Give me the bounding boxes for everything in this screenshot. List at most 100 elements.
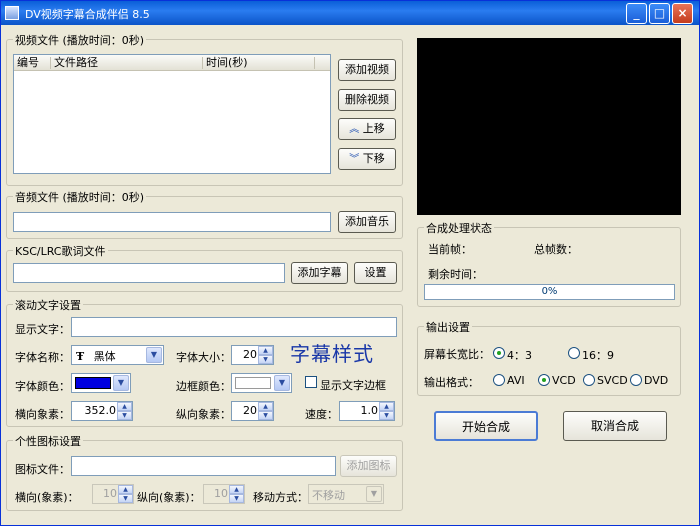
font-name-value: 黑体 [93,350,116,363]
aspect-4-3-radio[interactable] [493,347,505,359]
scroll-text-group: 滚动文字设置 显示文字： 字体名称： Ŧ 黑体 ▼ 字体大小： 20 ▲ ▼ 字… [6,297,403,427]
move-up-label: 上移 [362,122,385,135]
logo-file-field[interactable] [71,456,336,476]
border-color-label: 边框颜色： [176,380,231,393]
column-duration[interactable]: 时间(秒) [206,55,248,70]
add-music-button[interactable]: 添加音乐 [338,211,396,233]
logo-h-label: 横向(象素)： [15,491,79,504]
h-pixels-value: 352.0 [84,404,117,417]
font-name-label: 字体名称： [15,351,70,364]
speed-spinner[interactable]: 1.0 ▲ ▼ [339,401,395,421]
logo-h-spinner[interactable]: 10 ▲ ▼ [92,484,134,504]
font-color-picker[interactable]: ▼ [71,373,131,393]
spin-down-icon[interactable]: ▼ [258,411,273,420]
v-pixels-label: 纵向象素： [176,408,231,421]
format-svcd-radio[interactable] [583,374,595,386]
current-frame-label: 当前帧： [428,243,472,256]
title-bar[interactable]: DV视频字幕合成伴侣 8.5 _ □ × [1,1,699,25]
chevron-down-icon: ︾ [349,154,360,165]
video-group-title: 视频文件 (播放时间：0秒) [13,32,147,48]
column-file-path[interactable]: 文件路径 [54,55,98,70]
format-avi-label[interactable]: AVI [507,374,525,387]
app-icon [5,6,19,20]
main-window: DV视频字幕合成伴侣 8.5 _ □ × 视频文件 (播放时间：0秒) 编号 文… [0,0,700,526]
column-index[interactable]: 编号 [17,55,39,70]
remaining-time-label: 剩余时间： [428,268,483,281]
spin-up-icon[interactable]: ▲ [258,346,273,355]
maximize-button[interactable]: □ [649,3,670,24]
speed-label: 速度： [305,408,338,421]
spin-down-icon[interactable]: ▼ [117,411,132,420]
move-down-button[interactable]: ︾ 下移 [338,148,396,170]
border-color-swatch [235,377,271,389]
display-text-label: 显示文字： [15,323,70,336]
show-border-checkbox[interactable] [305,376,317,388]
h-pixels-label: 横向象素： [15,408,70,421]
format-avi-radio[interactable] [493,374,505,386]
format-vcd-label[interactable]: VCD [552,374,576,387]
logo-v-spinner[interactable]: 10 ▲ ▼ [203,484,245,504]
format-dvd-label[interactable]: DVD [644,374,668,387]
font-name-select[interactable]: Ŧ 黑体 ▼ [71,345,164,365]
chevron-down-icon[interactable]: ▼ [113,375,129,391]
spin-down-icon[interactable]: ▼ [229,494,244,503]
lyrics-group-title: KSC/LRC歌词文件 [13,243,108,259]
display-text-field[interactable] [71,317,397,337]
video-files-group: 视频文件 (播放时间：0秒) 编号 文件路径 时间(秒) 添加视频 删除视频 ︽… [6,32,403,186]
video-preview [417,38,681,215]
border-color-picker[interactable]: ▼ [231,373,292,393]
spin-up-icon[interactable]: ▲ [379,402,394,411]
spin-up-icon[interactable]: ▲ [118,485,133,494]
aspect-4-3-label[interactable]: 4：3 [507,347,532,363]
logo-v-value: 10 [214,487,228,500]
column-separator [314,57,315,69]
font-size-label: 字体大小： [176,351,231,364]
spin-up-icon[interactable]: ▲ [229,485,244,494]
status-group: 合成处理状态 当前帧： 总帧数： 剩余时间： 0% [417,220,681,307]
font-size-value: 20 [243,348,257,361]
add-logo-button[interactable]: 添加图标 [340,455,397,477]
video-list[interactable]: 编号 文件路径 时间(秒) [13,54,331,174]
format-vcd-radio[interactable] [538,374,550,386]
column-separator [202,57,203,69]
chevron-up-icon: ︽ [349,124,360,135]
speed-value: 1.0 [360,404,379,417]
video-list-header: 编号 文件路径 时间(秒) [14,55,330,71]
spin-up-icon[interactable]: ▲ [117,402,132,411]
start-compose-button[interactable]: 开始合成 [434,411,538,441]
chevron-down-icon[interactable]: ▼ [366,486,382,502]
spin-down-icon[interactable]: ▼ [118,494,133,503]
font-size-spinner[interactable]: 20 ▲ ▼ [231,345,274,365]
chevron-down-icon[interactable]: ▼ [146,347,162,363]
v-pixels-value: 20 [243,404,257,417]
chevron-down-icon[interactable]: ▼ [274,375,290,391]
spin-down-icon[interactable]: ▼ [258,355,273,364]
add-subtitle-button[interactable]: 添加字幕 [291,262,348,284]
delete-video-button[interactable]: 删除视频 [338,89,396,111]
add-video-button[interactable]: 添加视频 [338,59,396,81]
logo-group-title: 个性图标设置 [13,433,83,449]
close-button[interactable]: × [672,3,693,24]
v-pixels-spinner[interactable]: 20 ▲ ▼ [231,401,274,421]
output-format-label: 输出格式： [424,376,479,389]
h-pixels-spinner[interactable]: 352.0 ▲ ▼ [71,401,133,421]
move-up-button[interactable]: ︽ 上移 [338,118,396,140]
move-mode-select[interactable]: 不移动 ▼ [308,484,384,504]
move-mode-value: 不移动 [312,489,345,502]
minimize-button[interactable]: _ [626,3,647,24]
move-mode-label: 移动方式： [253,491,308,504]
audio-group-title: 音频文件 (播放时间：0秒) [13,189,147,205]
cancel-compose-button[interactable]: 取消合成 [563,411,667,441]
audio-file-field[interactable] [13,212,331,232]
format-dvd-radio[interactable] [630,374,642,386]
aspect-16-9-label[interactable]: 16：9 [582,347,614,363]
lyrics-file-field[interactable] [13,263,285,283]
column-separator [50,57,51,69]
show-border-label: 显示文字边框 [320,379,386,392]
progress-bar: 0% [424,284,675,300]
spin-down-icon[interactable]: ▼ [379,411,394,420]
aspect-16-9-radio[interactable] [568,347,580,359]
spin-up-icon[interactable]: ▲ [258,402,273,411]
format-svcd-label[interactable]: SVCD [597,374,628,387]
lyrics-settings-button[interactable]: 设置 [354,262,397,284]
